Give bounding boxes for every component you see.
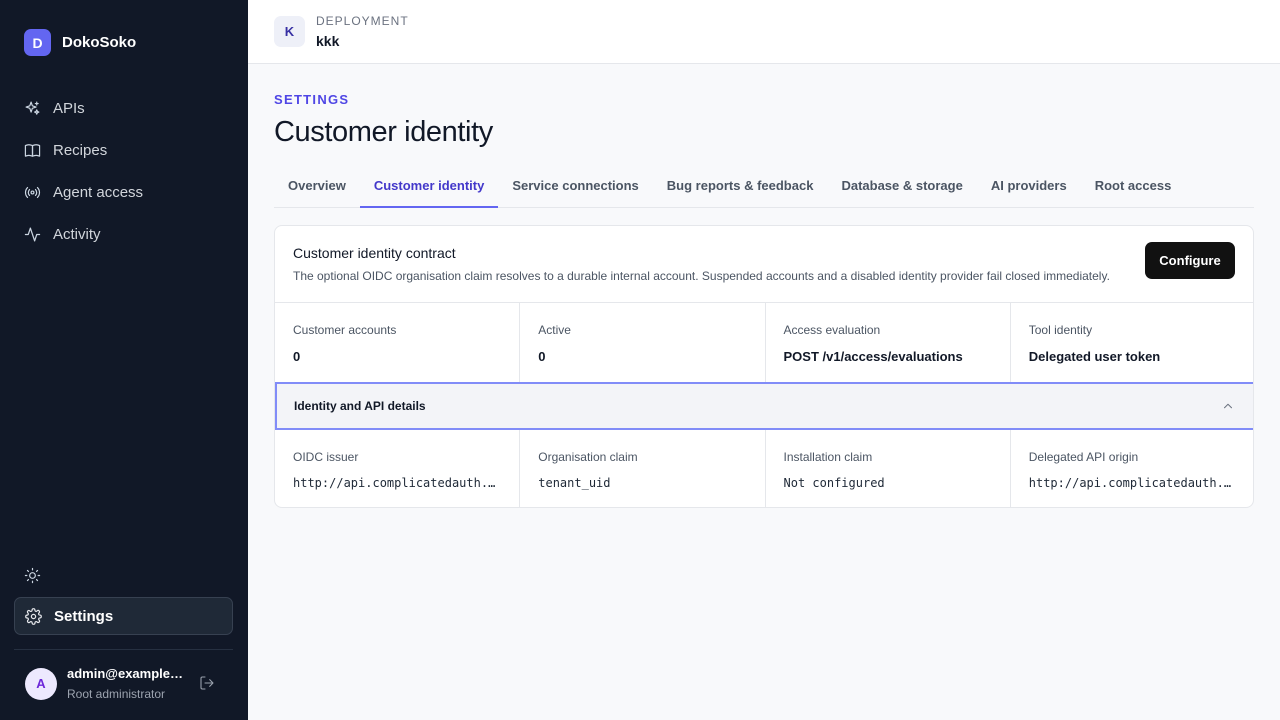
stat-value: 0 xyxy=(293,349,301,364)
sidebar-item-apis[interactable]: APIs xyxy=(14,87,234,129)
deployment-avatar: K xyxy=(274,16,305,47)
stat-label: Tool identity xyxy=(1028,323,1093,337)
page-eyebrow: SETTINGS xyxy=(274,92,350,107)
detail-label: OIDC issuer xyxy=(293,450,359,464)
user-role: Root administrator xyxy=(67,687,166,701)
sidebar-item-label: APIs xyxy=(53,99,85,117)
sidebar-item-label: Agent access xyxy=(53,183,144,201)
sidebar-item-settings[interactable]: Settings xyxy=(14,597,233,635)
sidebar-nav: APIs Recipes Agent access Activity xyxy=(14,87,234,255)
stat-label: Active xyxy=(538,323,571,337)
identity-details-accordion[interactable]: Identity and API details xyxy=(275,382,1253,430)
deployment-header: K DEPLOYMENT kkk xyxy=(248,0,1280,64)
detail-value: Not configured xyxy=(783,476,885,490)
stat-value: 0 xyxy=(538,349,546,364)
chevron-up-icon xyxy=(1221,399,1235,413)
user-email: admin@example.com xyxy=(67,666,185,681)
sidebar-divider xyxy=(14,649,233,650)
detail-delegated-api-origin: Delegated API origin http://api.complica… xyxy=(1011,430,1253,507)
card-description: The optional OIDC organisation claim res… xyxy=(293,269,1110,283)
brand-logo: D xyxy=(24,29,51,56)
stat-active: Active 0 xyxy=(520,303,766,382)
detail-label: Organisation claim xyxy=(538,450,638,464)
identity-contract-card: Customer identity contract The optional … xyxy=(274,225,1254,508)
deployment-label: DEPLOYMENT xyxy=(316,14,409,28)
stat-value: POST /v1/access/evaluations xyxy=(783,349,963,364)
stat-customer-accounts: Customer accounts 0 xyxy=(275,303,521,382)
gear-icon xyxy=(25,607,42,625)
sidebar-item-recipes[interactable]: Recipes xyxy=(14,129,234,171)
detail-organisation-claim: Organisation claim tenant_uid xyxy=(520,430,766,507)
sun-icon xyxy=(24,567,41,584)
broadcast-icon xyxy=(24,186,41,198)
sidebar-item-agent-access[interactable]: Agent access xyxy=(14,171,234,213)
detail-value: http://api.complicatedauth.example xyxy=(1028,476,1237,490)
sparkles-icon xyxy=(25,101,40,115)
book-icon xyxy=(24,143,41,157)
detail-value: tenant_uid xyxy=(538,476,611,490)
detail-label: Delegated API origin xyxy=(1028,450,1139,464)
tab-database-storage[interactable]: Database & storage xyxy=(827,166,976,208)
sidebar: D DokoSoko APIs Recipes Agent access Act… xyxy=(0,0,248,720)
detail-value: http://api.complicatedauth.example xyxy=(293,476,502,490)
tab-ai-providers[interactable]: AI providers xyxy=(977,166,1081,208)
details-row: OIDC issuer http://api.complicatedauth.e… xyxy=(275,430,1253,507)
tab-bug-reports[interactable]: Bug reports & feedback xyxy=(653,166,828,208)
sidebar-item-label: Settings xyxy=(54,607,114,625)
configure-button[interactable]: Configure xyxy=(1145,242,1235,279)
stat-access-evaluation: Access evaluation POST /v1/access/evalua… xyxy=(766,303,1011,382)
tab-overview[interactable]: Overview xyxy=(274,166,360,208)
activity-icon xyxy=(24,227,41,241)
sidebar-item-activity[interactable]: Activity xyxy=(14,213,234,255)
logout-button[interactable] xyxy=(199,675,215,691)
logout-icon xyxy=(200,676,214,690)
brand[interactable]: D DokoSoko xyxy=(24,29,136,56)
avatar: A xyxy=(25,667,57,700)
user-profile[interactable]: A admin@example.com Root administrator xyxy=(25,666,185,701)
stat-tool-identity: Tool identity Delegated user token xyxy=(1011,303,1253,382)
tab-root-access[interactable]: Root access xyxy=(1081,166,1186,208)
accordion-title: Identity and API details xyxy=(294,399,426,413)
deployment-name[interactable]: kkk xyxy=(316,33,339,49)
theme-toggle[interactable] xyxy=(24,567,42,585)
sidebar-item-label: Activity xyxy=(53,225,101,243)
card-title: Customer identity contract xyxy=(293,245,456,261)
sidebar-item-label: Recipes xyxy=(53,141,108,159)
detail-label: Installation claim xyxy=(783,450,873,464)
detail-installation-claim: Installation claim Not configured xyxy=(766,430,1011,507)
user-info: admin@example.com Root administrator xyxy=(67,666,185,701)
stat-value: Delegated user token xyxy=(1028,349,1161,364)
stats-row: Customer accounts 0 Active 0 Access eval… xyxy=(275,302,1253,382)
page-title: Customer identity xyxy=(274,116,493,148)
detail-oidc-issuer: OIDC issuer http://api.complicatedauth.e… xyxy=(275,430,521,507)
stat-label: Customer accounts xyxy=(293,323,397,337)
tab-service-connections[interactable]: Service connections xyxy=(498,166,652,208)
stat-label: Access evaluation xyxy=(783,323,881,337)
brand-name: DokoSoko xyxy=(62,34,137,51)
tab-customer-identity[interactable]: Customer identity xyxy=(359,166,499,208)
settings-tabs: Overview Customer identity Service conne… xyxy=(274,166,1254,208)
